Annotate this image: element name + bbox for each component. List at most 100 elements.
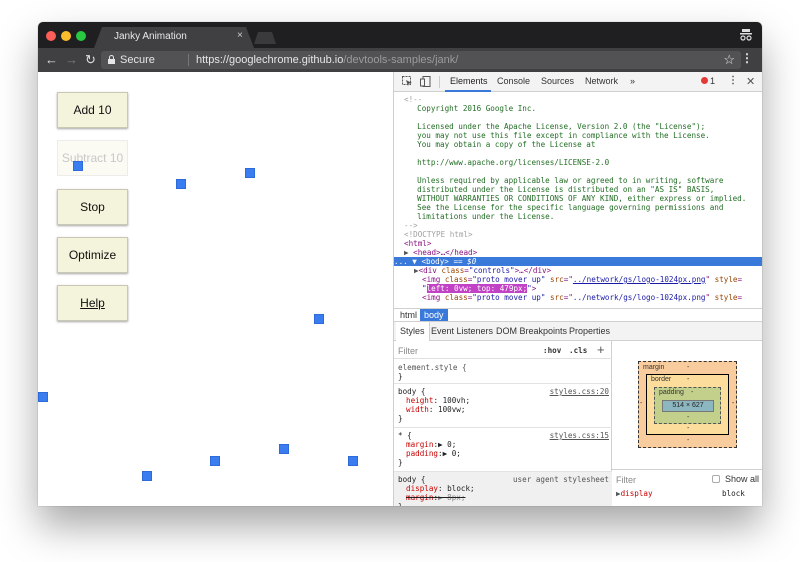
dom-img-node[interactable]: <img class="proto mover up" src="../netw…: [422, 293, 762, 302]
dom-comment-close: -->: [404, 221, 418, 230]
minimize-window-button[interactable]: [61, 31, 71, 41]
property-value: ▶ 0;: [438, 440, 457, 449]
address-bar[interactable]: Secure https://googlechrome.github.io/de…: [101, 51, 741, 69]
dom-tree[interactable]: <!-- Copyright 2016 Google Inc. Licensed…: [394, 92, 762, 308]
img-class-value: "proto mover up": [472, 293, 546, 302]
border-bottom-value[interactable]: -: [687, 425, 689, 432]
div-attr-value: "controls": [468, 266, 515, 275]
breadcrumb-body[interactable]: body: [420, 309, 448, 321]
show-all-checkbox[interactable]: [712, 475, 720, 483]
computed-filter-input[interactable]: Filter: [616, 475, 636, 485]
show-all-label: Show all: [725, 474, 760, 484]
margin-top-value[interactable]: -: [687, 364, 689, 371]
add-10-button[interactable]: Add 10: [57, 92, 128, 128]
more-tabs-icon[interactable]: »: [630, 76, 635, 86]
tab-console[interactable]: Console: [497, 76, 530, 86]
img-src-link[interactable]: ../network/gs/logo-1024px.png: [573, 275, 706, 284]
style-property-overridden[interactable]: margin:▶ 8px;: [406, 493, 465, 502]
url-text[interactable]: https://googlechrome.github.io/devtools-…: [196, 54, 458, 66]
style-property[interactable]: width: 100vw;: [406, 405, 465, 414]
dom-div-controls[interactable]: ▶<div class="controls">…</div>: [414, 266, 762, 275]
dom-comment-line: http://www.apache.org/licenses/LICENSE-2…: [408, 158, 610, 167]
dom-html-node[interactable]: <html>: [404, 239, 762, 248]
style-property[interactable]: display: block;: [406, 484, 475, 493]
dom-body-node-selected[interactable]: ... ▼ <body> == $0: [394, 257, 762, 266]
dom-comment-line: Copyright 2016 Google Inc.: [408, 104, 537, 113]
inspect-element-icon[interactable]: [402, 76, 413, 87]
styles-filter-input[interactable]: Filter: [398, 346, 418, 356]
tab-event-listeners[interactable]: Event Listeners: [431, 326, 493, 336]
dom-comment-open[interactable]: <!--: [404, 95, 762, 104]
devtools-close-icon[interactable]: ✕: [746, 75, 755, 88]
rule-selector[interactable]: body {: [398, 387, 425, 396]
rule-selector[interactable]: * {: [398, 431, 412, 440]
rule-selector[interactable]: element.style {: [398, 363, 467, 372]
styles-subtabbar: Styles Event Listeners DOM Breakpoints P…: [394, 322, 762, 341]
img-src-attr: src: [545, 275, 564, 284]
subtract-10-button[interactable]: Subtract 10: [57, 140, 128, 176]
bookmark-star-icon[interactable]: ☆: [723, 52, 735, 68]
breadcrumb-html[interactable]: html: [396, 309, 421, 321]
padding-bottom-value[interactable]: -: [687, 414, 689, 421]
img-src-value[interactable]: ../network/gs/logo-1024px.png: [573, 293, 706, 302]
maximize-window-button[interactable]: [76, 31, 86, 41]
back-arrow-icon[interactable]: ←: [45, 51, 58, 69]
tab-properties[interactable]: Properties: [569, 326, 610, 336]
margin-bottom-value[interactable]: -: [687, 437, 689, 444]
tab-elements[interactable]: Elements: [450, 76, 488, 86]
stop-button[interactable]: Stop: [57, 189, 128, 225]
optimize-button[interactable]: Optimize: [57, 237, 128, 273]
box-model-content-size[interactable]: 514 × 627: [662, 400, 714, 412]
dom-img-style-line[interactable]: "left: 0vw; top: 479px;">: [422, 284, 762, 293]
tab-network[interactable]: Network: [585, 76, 618, 86]
rule-source-link[interactable]: styles.css:15: [550, 431, 609, 440]
style-rule: element.style { }: [394, 360, 612, 384]
box-model-padding[interactable]: padding - - 514 × 627: [654, 387, 721, 424]
tab-close-icon[interactable]: ×: [237, 30, 243, 41]
margin-left-value[interactable]: -: [640, 400, 642, 407]
reload-icon[interactable]: ↻: [85, 51, 96, 69]
new-rule-icon[interactable]: +: [597, 342, 605, 357]
omnibox-separator: [188, 54, 189, 66]
tab-dom-breakpoints[interactable]: DOM Breakpoints: [496, 326, 567, 336]
rule-source-link[interactable]: styles.css:20: [550, 387, 609, 396]
box-model-margin[interactable]: margin - - - - border - - padding - - 51…: [638, 361, 737, 448]
dom-head-node[interactable]: ▶ <head>…</head>: [404, 248, 762, 257]
rule-close-brace: }: [398, 414, 403, 423]
forward-arrow-icon[interactable]: →: [65, 51, 78, 69]
margin-right-value[interactable]: -: [732, 400, 734, 407]
browser-tab[interactable]: Janky Animation ×: [94, 27, 254, 48]
property-name: display: [406, 484, 439, 493]
tab-styles[interactable]: Styles: [396, 322, 430, 341]
help-link[interactable]: Help: [80, 296, 105, 310]
border-top-value[interactable]: -: [687, 376, 689, 383]
mover-logo: [38, 392, 48, 402]
style-property[interactable]: height: 100vh;: [406, 396, 470, 405]
devtools-menu-icon[interactable]: ⋮: [728, 75, 738, 86]
padding-top-value[interactable]: -: [691, 389, 693, 396]
img-class-attr: class: [444, 293, 468, 302]
devtools-tabbar: Elements Console Sources Network » 1 ⋮ ✕: [394, 72, 762, 92]
body-tag: <body>: [421, 257, 449, 266]
dom-doctype[interactable]: <!DOCTYPE html>: [404, 230, 762, 239]
property-value: block;: [447, 484, 475, 493]
style-property[interactable]: margin:▶ 0;: [406, 440, 456, 449]
class-toggle[interactable]: .cls: [569, 346, 587, 355]
help-button[interactable]: Help: [57, 285, 128, 321]
close-window-button[interactable]: [46, 31, 56, 41]
tab-sources[interactable]: Sources: [541, 76, 574, 86]
body-ref: == $0: [448, 257, 477, 266]
new-tab-button[interactable]: [254, 32, 276, 44]
highlighted-style-value[interactable]: left: 0vw; top: 479px;: [426, 284, 528, 293]
error-counter[interactable]: 1: [701, 76, 715, 86]
box-model-border[interactable]: border - - padding - - 514 × 627: [646, 374, 729, 435]
computed-property-row[interactable]: ▶display block: [612, 489, 762, 500]
hover-state-toggle[interactable]: :hov: [543, 346, 561, 355]
rule-selector[interactable]: body {: [398, 475, 425, 484]
dom-img-node[interactable]: <img class="proto mover up" src="../netw…: [422, 275, 762, 284]
style-property[interactable]: padding:▶ 0;: [406, 449, 461, 458]
incognito-icon: [740, 29, 752, 41]
expand-triangle-icon[interactable]: ▶: [404, 248, 413, 257]
browser-menu-icon[interactable]: ⋮: [741, 51, 753, 65]
device-toolbar-icon[interactable]: [420, 76, 431, 87]
